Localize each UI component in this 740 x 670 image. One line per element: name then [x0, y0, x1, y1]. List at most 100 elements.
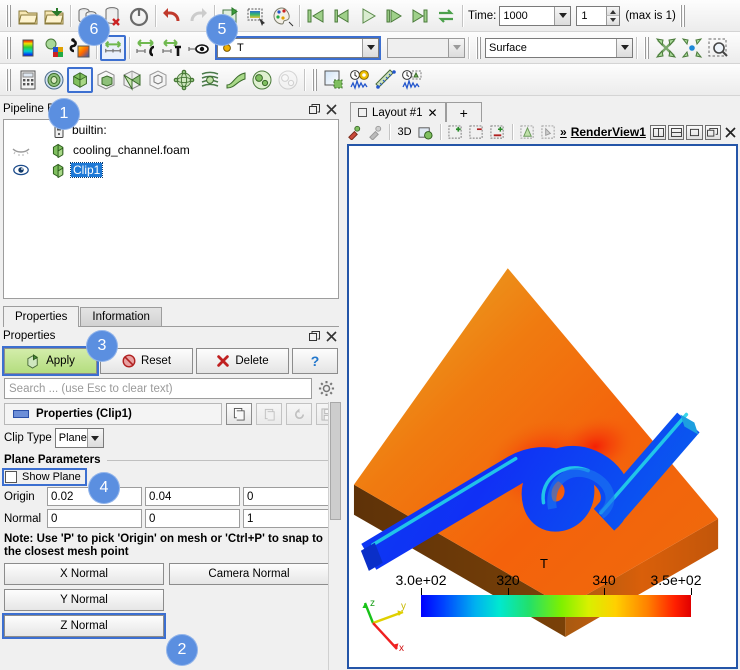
- close-icon[interactable]: [723, 123, 738, 141]
- tab-layout-1[interactable]: Layout #1 ✕: [350, 102, 446, 122]
- list-item[interactable]: Clip1: [4, 160, 338, 180]
- extract-level-icon[interactable]: [275, 67, 301, 93]
- camera-link-icon[interactable]: [416, 123, 435, 141]
- first-frame-icon[interactable]: [303, 3, 329, 29]
- reset-center-icon[interactable]: [365, 123, 384, 141]
- plot-over-line-icon[interactable]: [321, 67, 347, 93]
- z-normal-button[interactable]: Z Normal: [2, 613, 166, 639]
- camera-normal-button[interactable]: Camera Normal: [169, 563, 329, 585]
- threshold-icon[interactable]: [119, 67, 145, 93]
- properties-scrollbar-thumb[interactable]: [330, 402, 341, 520]
- normal-x-input[interactable]: 0: [47, 509, 142, 528]
- toggle-color-legend-icon[interactable]: [185, 35, 211, 61]
- hover-points-icon[interactable]: [518, 123, 537, 141]
- paste-icon[interactable]: [256, 403, 282, 425]
- select-points-icon[interactable]: [467, 123, 486, 141]
- loop-icon[interactable]: [433, 3, 459, 29]
- undock-icon[interactable]: [309, 103, 320, 115]
- chevron-down-icon[interactable]: [362, 38, 378, 57]
- origin-y-input[interactable]: 0.04: [145, 487, 240, 506]
- reset-camera-icon[interactable]: [653, 35, 679, 61]
- clip-icon[interactable]: [67, 66, 93, 93]
- play-icon[interactable]: [355, 3, 381, 29]
- warp-icon[interactable]: [223, 67, 249, 93]
- copy-icon[interactable]: [226, 403, 252, 425]
- help-button[interactable]: ?: [292, 348, 338, 374]
- representation-combo[interactable]: Surface: [485, 37, 633, 58]
- chevron-right-icon[interactable]: »: [560, 125, 567, 139]
- properties-group-header[interactable]: Properties (Clip1): [4, 403, 222, 425]
- toolbar-grip[interactable]: [643, 36, 650, 59]
- clip-type-combo[interactable]: Plane: [54, 428, 104, 448]
- active-view-name[interactable]: » RenderView1: [560, 125, 648, 139]
- visibility-toggle[interactable]: [8, 145, 34, 156]
- pick-center-icon[interactable]: [344, 123, 363, 141]
- plot-selection-over-time-icon[interactable]: [399, 67, 425, 93]
- calculator-icon[interactable]: [15, 67, 41, 93]
- undo-icon[interactable]: [159, 3, 185, 29]
- rescale-to-data-over-time-icon[interactable]: [159, 35, 185, 61]
- split-vertical-icon[interactable]: [668, 124, 685, 140]
- normal-y-input[interactable]: 0: [145, 509, 240, 528]
- open-recent-icon[interactable]: [41, 3, 67, 29]
- x-normal-button[interactable]: X Normal: [4, 563, 164, 585]
- mode-3d-icon[interactable]: 3D: [395, 123, 414, 141]
- origin-z-input[interactable]: 0: [243, 487, 338, 506]
- render-view-canvas[interactable]: z y x T 3.0e+02 320 340 3.5e+02: [347, 144, 738, 669]
- scalar-bar[interactable]: T 3.0e+02 320 340 3.5e+02: [394, 556, 702, 617]
- color-array-combo[interactable]: T: [217, 37, 379, 58]
- list-item[interactable]: cooling_channel.foam: [4, 140, 338, 160]
- chevron-down-icon[interactable]: [448, 38, 464, 57]
- zoom-to-data-icon[interactable]: [679, 35, 705, 61]
- open-file-icon[interactable]: [15, 3, 41, 29]
- component-combo[interactable]: [387, 37, 465, 58]
- ruler-icon[interactable]: [373, 67, 399, 93]
- contour-icon[interactable]: [41, 67, 67, 93]
- split-horizontal-icon[interactable]: [649, 124, 667, 140]
- delete-button[interactable]: Delete: [196, 348, 289, 374]
- extract-subset-icon[interactable]: [145, 67, 171, 93]
- zoom-to-box-icon[interactable]: [705, 35, 731, 61]
- frame-index-spinbox[interactable]: 1: [576, 5, 621, 26]
- toolbar-grip[interactable]: [5, 4, 12, 27]
- undock-icon[interactable]: [704, 124, 721, 140]
- apply-button[interactable]: Apply: [2, 346, 99, 376]
- group-datasets-icon[interactable]: [249, 67, 275, 93]
- select-cells-icon[interactable]: [446, 123, 465, 141]
- reset-session-icon[interactable]: [126, 3, 152, 29]
- maximize-icon[interactable]: [686, 124, 703, 140]
- chevron-down-icon[interactable]: [616, 38, 632, 57]
- toolbar-grip[interactable]: [475, 36, 482, 59]
- visibility-toggle[interactable]: [8, 164, 34, 176]
- edit-color-map-icon[interactable]: [15, 35, 41, 61]
- stream-tracer-icon[interactable]: [197, 67, 223, 93]
- chevron-down-icon[interactable]: [86, 429, 103, 447]
- color-palette-icon[interactable]: [270, 3, 296, 29]
- plot-data-over-time-icon[interactable]: [347, 67, 373, 93]
- spinner-arrows[interactable]: [606, 6, 620, 25]
- last-frame-icon[interactable]: [407, 3, 433, 29]
- search-input[interactable]: Search ... (use Esc to clear text): [4, 378, 312, 399]
- restore-defaults-icon[interactable]: [286, 403, 312, 425]
- toolbar-grip[interactable]: [5, 68, 12, 91]
- tab-information[interactable]: Information: [80, 307, 162, 326]
- show-plane-checkbox[interactable]: [5, 471, 17, 483]
- rescale-to-data-range-icon[interactable]: [41, 35, 67, 61]
- select-blocks-icon[interactable]: [488, 123, 507, 141]
- close-icon[interactable]: [326, 330, 337, 342]
- chevron-down-icon[interactable]: [554, 6, 571, 25]
- pipeline-browser-list[interactable]: builtin: cooling_channel.foam Clip1: [3, 119, 339, 299]
- properties-scrollbar[interactable]: [328, 402, 342, 670]
- glyph-icon[interactable]: [171, 67, 197, 93]
- slice-icon[interactable]: [93, 67, 119, 93]
- screenshot-icon[interactable]: [244, 3, 270, 29]
- tab-properties[interactable]: Properties: [3, 306, 80, 327]
- gear-icon[interactable]: [314, 378, 338, 399]
- previous-frame-icon[interactable]: [329, 3, 355, 29]
- normal-z-input[interactable]: 1: [243, 509, 338, 528]
- time-value-combo[interactable]: 1000: [499, 5, 572, 26]
- rescale-to-temporal-range-icon[interactable]: [133, 35, 159, 61]
- close-icon[interactable]: [326, 103, 337, 115]
- next-frame-icon[interactable]: [381, 3, 407, 29]
- undock-icon[interactable]: [309, 330, 320, 342]
